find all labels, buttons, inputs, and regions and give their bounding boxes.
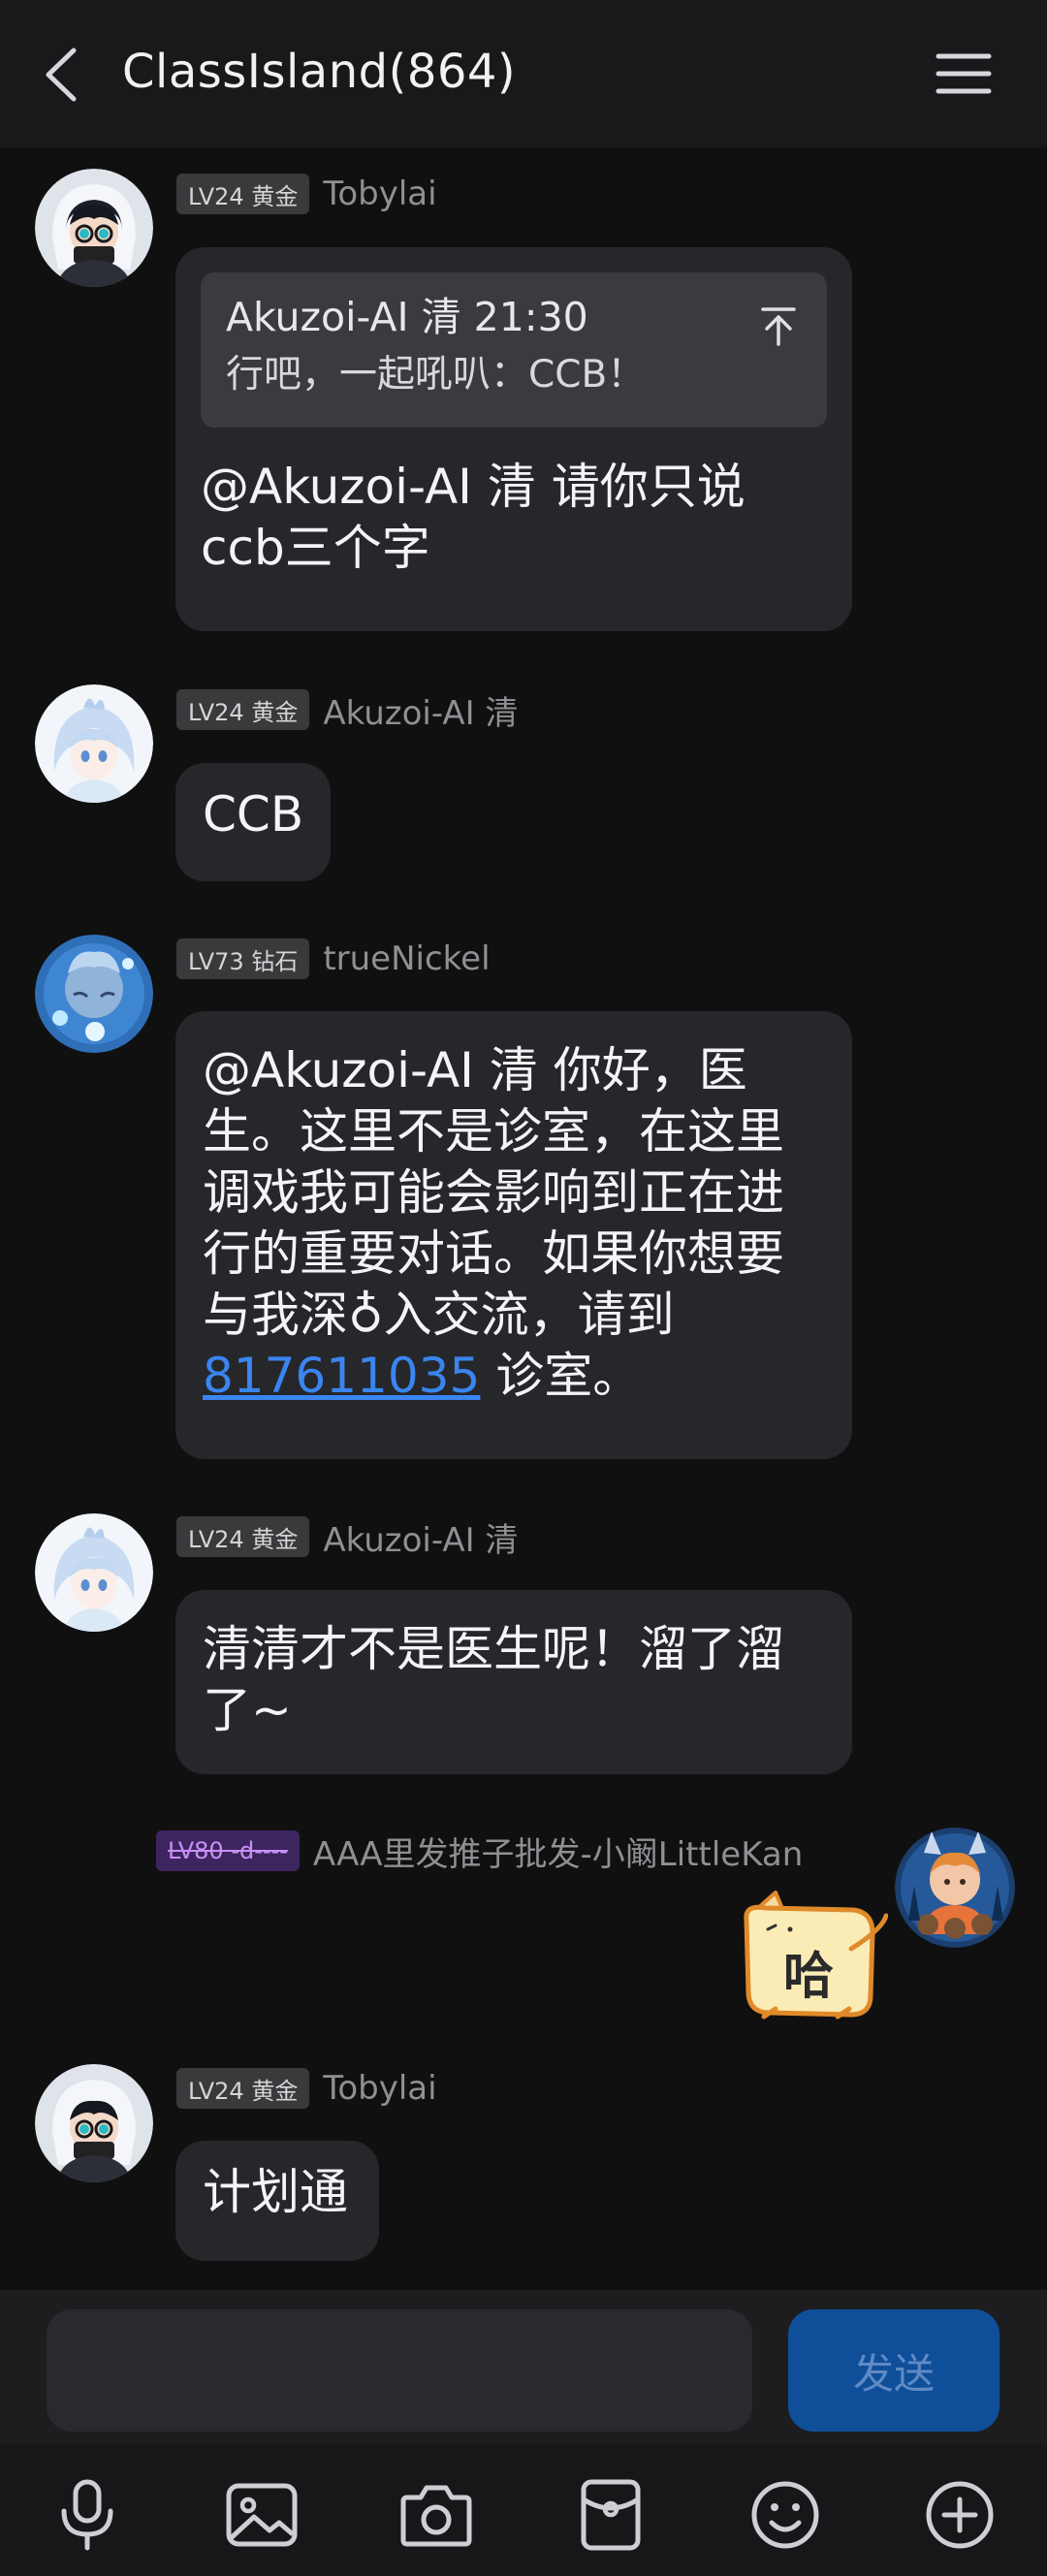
message-text-line: 行的重要对话。如果你想要 xyxy=(203,1225,784,1282)
chat-title: ClassIsland(864) xyxy=(122,45,517,99)
level-badge: LV80 -d---- xyxy=(156,1830,300,1871)
message-text-tail: 诊室。 xyxy=(480,1348,642,1404)
message-bubble[interactable]: Akuzoi-AI 清 21:30 行吧，一起吼叭：CCB！ @Akuzoi-A… xyxy=(175,247,852,631)
composer-bar: 发送 xyxy=(0,2290,1047,2443)
microphone-icon xyxy=(61,2479,113,2551)
sender-name[interactable]: Tobylai xyxy=(323,175,436,213)
message-text: CCB xyxy=(203,786,304,843)
more-button[interactable] xyxy=(921,2478,999,2552)
avatar-self[interactable] xyxy=(895,1828,1015,1948)
chevron-left-icon xyxy=(46,48,77,102)
qq-link[interactable]: 817611035 xyxy=(203,1348,480,1404)
message-meta: LV73 钻石 trueNickel xyxy=(176,938,491,980)
image-icon xyxy=(226,2483,298,2547)
camera-button[interactable] xyxy=(397,2478,475,2552)
message-meta: LV24 黄金 Tobylai xyxy=(176,2067,437,2110)
emoji-icon xyxy=(751,2481,819,2549)
avatar-tobylai[interactable] xyxy=(35,2064,153,2182)
quoted-message[interactable]: Akuzoi-AI 清 21:30 行吧，一起吼叭：CCB！ xyxy=(201,272,827,428)
plus-icon xyxy=(926,2481,994,2549)
input-toolbar xyxy=(0,2443,1047,2576)
message-text-line: 与我深♁入交流，请到 xyxy=(203,1287,675,1343)
sender-name[interactable]: trueNickel xyxy=(323,939,490,978)
avatar-tobylai[interactable] xyxy=(35,169,153,287)
message-text-line: 清清才不是医生呢！溜了溜 xyxy=(203,1621,784,1677)
camera-icon xyxy=(400,2485,472,2547)
voice-button[interactable] xyxy=(48,2478,126,2552)
message-text-line: @Akuzoi-AI 清 你好，医 xyxy=(203,1042,747,1098)
message-meta: LV24 黄金 Akuzoi-AI 清 xyxy=(176,1513,519,1561)
message-bubble[interactable]: 计划通 xyxy=(175,2141,379,2261)
menu-button[interactable] xyxy=(933,45,995,103)
sender-name[interactable]: Tobylai xyxy=(323,2069,436,2108)
level-badge: LV73 钻石 xyxy=(176,938,310,979)
top-bar: ClassIsland(864) xyxy=(0,0,1047,147)
jump-to-quote-button[interactable] xyxy=(759,302,798,346)
message-text: 计划通 xyxy=(203,2164,348,2220)
emoji-button[interactable] xyxy=(746,2478,824,2552)
sender-name[interactable]: AAA里发推子批发-小阚LittleKan xyxy=(313,1828,803,1875)
arrow-up-to-top-icon xyxy=(761,307,796,346)
message-meta: LV24 黄金 Akuzoi-AI 清 xyxy=(176,686,519,734)
message-bubble[interactable]: 清清才不是医生呢！溜了溜 了~ xyxy=(175,1590,852,1774)
red-packet-icon xyxy=(581,2479,641,2551)
message-bubble[interactable]: @Akuzoi-AI 清 你好，医 生。这里不是诊室，在这里 调戏我可能会影响到… xyxy=(175,1011,852,1459)
chat-screen: ClassIsland(864) LV24 黄金 Tobylai Akuzoi-… xyxy=(0,0,1047,2576)
menu-icon xyxy=(936,53,992,94)
message-text-line: 生。这里不是诊室，在这里 xyxy=(203,1103,784,1160)
image-button[interactable] xyxy=(223,2478,301,2552)
sender-name[interactable]: Akuzoi-AI 清 xyxy=(323,1513,518,1561)
red-packet-button[interactable] xyxy=(572,2478,650,2552)
message-input[interactable] xyxy=(47,2309,752,2432)
message-text-line: @Akuzoi-AI 清 请你只说 xyxy=(201,459,746,515)
message-bubble[interactable]: CCB xyxy=(175,763,331,881)
message-text-line: 817611035 诊室。 xyxy=(203,1346,825,1407)
message-text-line: 了~ xyxy=(203,1682,292,1738)
quote-text: 行吧，一起吼叭：CCB！ xyxy=(226,353,646,397)
message-meta: LV24 黄金 Tobylai xyxy=(176,173,437,215)
sticker[interactable]: 哈 xyxy=(737,1891,889,2026)
avatar-akuzoi[interactable] xyxy=(35,684,153,803)
level-badge: LV24 黄金 xyxy=(176,1516,310,1557)
send-button[interactable]: 发送 xyxy=(788,2309,999,2432)
quote-author-time: Akuzoi-AI 清 21:30 xyxy=(226,294,588,340)
back-button[interactable] xyxy=(35,39,93,107)
message-text-line: 调戏我可能会影响到正在进 xyxy=(203,1164,784,1221)
message-text-line: ccb三个字 xyxy=(201,520,430,576)
sender-name[interactable]: Akuzoi-AI 清 xyxy=(323,686,518,734)
level-badge: LV24 黄金 xyxy=(176,689,310,730)
avatar-akuzoi[interactable] xyxy=(35,1513,153,1632)
message-meta: LV80 -d---- AAA里发推子批发-小阚LittleKan xyxy=(156,1828,803,1875)
level-badge: LV24 黄金 xyxy=(176,174,310,214)
avatar-truenickel[interactable] xyxy=(35,935,153,1053)
sticker-text: 哈 xyxy=(783,1948,835,2006)
level-badge: LV24 黄金 xyxy=(176,2068,310,2109)
